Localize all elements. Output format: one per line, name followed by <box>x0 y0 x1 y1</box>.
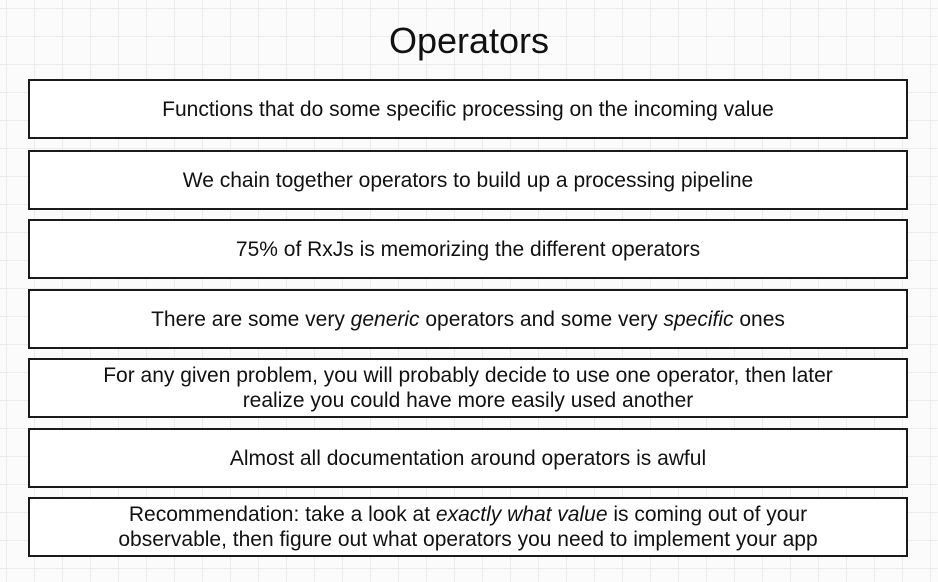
point-text-part: ones <box>733 307 785 331</box>
point-text-part: operators and some very <box>419 307 664 331</box>
point-text-line: realize you could have more easily used … <box>242 389 694 412</box>
point-text-part: is coming out of your <box>607 503 808 526</box>
operator-point-box: We chain together operators to build up … <box>28 150 908 210</box>
point-text: Almost all documentation around operator… <box>229 446 707 470</box>
point-text-part: There are some very <box>151 307 351 331</box>
slide-title: Operators <box>388 20 550 61</box>
point-text: For any given problem, you will probably… <box>103 363 833 413</box>
point-text-line: observable, then figure out what operato… <box>118 528 818 551</box>
emphasis-generic: generic <box>350 307 420 331</box>
operator-point-box: For any given problem, you will probably… <box>28 358 908 418</box>
operator-point-box: 75% of RxJs is memorizing the different … <box>28 219 908 279</box>
point-text-part: Recommendation: take a look at <box>128 503 436 526</box>
operator-point-box: Functions that do some specific processi… <box>28 79 908 139</box>
point-text: We chain together operators to build up … <box>182 168 754 192</box>
emphasis-specific: specific <box>663 307 734 331</box>
operator-point-box: Almost all documentation around operator… <box>28 428 908 488</box>
point-text: 75% of RxJs is memorizing the different … <box>235 237 701 261</box>
operator-point-box: There are some very generic operators an… <box>28 289 908 349</box>
operator-point-box: Recommendation: take a look at exactly w… <box>28 497 908 557</box>
emphasis-exactly-what-value: exactly what value <box>435 503 608 526</box>
point-text-line: For any given problem, you will probably… <box>103 364 833 387</box>
point-text: Recommendation: take a look at exactly w… <box>118 502 817 552</box>
point-text: Functions that do some specific processi… <box>162 97 774 121</box>
point-text: There are some very generic operators an… <box>151 307 785 332</box>
